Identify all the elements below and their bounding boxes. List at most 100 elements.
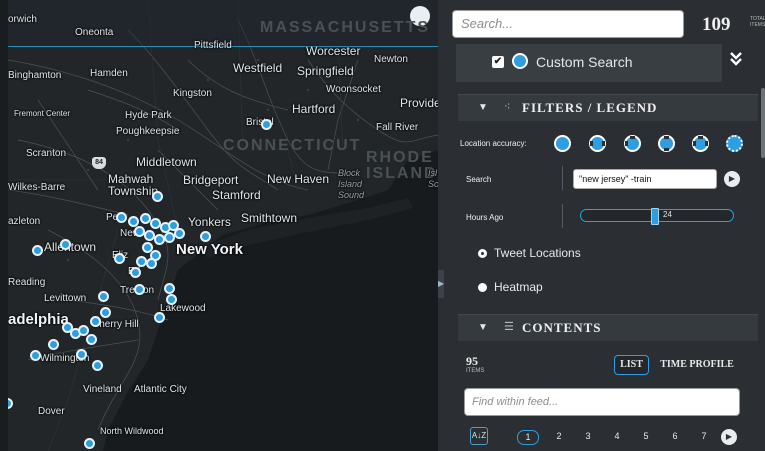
water-label: Isl Sou (428, 168, 438, 189)
place-label: North Wildwood (100, 426, 164, 436)
tweet-locations-radio[interactable] (478, 249, 487, 258)
tweet-pin[interactable] (76, 349, 87, 360)
place-label: Lakewood (160, 303, 206, 314)
contents-title: CONTENTS (522, 320, 602, 335)
tweet-pin[interactable] (30, 350, 41, 361)
item-count-label: ITEMS (466, 368, 485, 374)
feed-search-input[interactable]: Find within feed... (464, 388, 740, 416)
state-label: RHODE ISLAND (366, 149, 438, 182)
next-page-icon[interactable]: ▶ (721, 429, 737, 445)
heatmap-label: Heatmap (494, 280, 543, 294)
location-accuracy-label: Location accuracy: (460, 139, 527, 148)
tweet-pin[interactable] (134, 284, 145, 295)
heatmap-radio[interactable] (478, 283, 487, 292)
page-7[interactable]: 7 (696, 430, 712, 443)
search-go-icon[interactable]: ▶ (724, 171, 740, 187)
tweet-pin[interactable] (116, 212, 127, 223)
accuracy-state-icon[interactable] (658, 135, 675, 152)
place-label: Scranton (26, 148, 67, 159)
place-label: Springfield (297, 64, 354, 78)
filters-section-header[interactable]: ▼ ⁖ FILTERS / LEGEND (458, 94, 758, 121)
accuracy-exact-icon[interactable] (554, 135, 571, 152)
tweet-pin[interactable] (114, 253, 125, 264)
place-label: Oneonta (75, 27, 114, 38)
place-label: Atlantic City (134, 384, 187, 395)
place-label: Hamden (90, 68, 128, 79)
contents-section-header[interactable]: ▼ ☰ CONTENTS (458, 314, 758, 341)
filters-title: FILTERS / LEGEND (522, 100, 658, 115)
slider-handle[interactable] (651, 208, 659, 225)
tweet-pin[interactable] (60, 239, 71, 250)
water-label: Block Island Sound (338, 168, 365, 200)
hours-ago-value: 24 (663, 210, 672, 219)
place-label: Newton (374, 54, 408, 65)
accuracy-city-icon[interactable] (589, 135, 606, 152)
highway-shield-icon: 84 (92, 157, 106, 169)
divider (562, 204, 563, 228)
tweet-pin[interactable] (98, 291, 109, 302)
tweet-pin[interactable] (261, 119, 272, 130)
panel-scrollbar-thumb[interactable] (761, 88, 765, 158)
place-label: New Haven (267, 172, 330, 186)
page-6[interactable]: 6 (667, 430, 683, 443)
page-2[interactable]: 2 (551, 430, 567, 443)
filter-icon: ⁖ (504, 101, 511, 113)
tweet-pin[interactable] (100, 307, 111, 318)
page-5[interactable]: 5 (638, 430, 654, 443)
place-label: azleton (8, 216, 41, 227)
tweet-pin[interactable] (84, 438, 95, 449)
double-chevron-down-icon[interactable] (730, 52, 742, 69)
hours-ago-slider[interactable]: 24 (580, 208, 734, 225)
tweet-pin[interactable] (174, 228, 185, 239)
tweet-pin[interactable] (130, 267, 141, 278)
keyword-search-field[interactable]: "new jersey" -train (573, 169, 717, 189)
place-label: Dover (38, 406, 65, 417)
place-label: Poughkeepsie (116, 126, 180, 137)
place-label: Fall River (376, 122, 419, 133)
tweet-pin[interactable] (152, 191, 163, 202)
place-label: Bridgeport (183, 173, 239, 187)
place-label: Worcester (306, 44, 361, 58)
tweet-pin[interactable] (154, 312, 165, 323)
accuracy-region-icon[interactable] (624, 135, 641, 152)
place-label: Stamford (212, 188, 261, 202)
search-filter-label: Search (466, 175, 492, 184)
tab-time-profile[interactable]: TIME PROFILE (655, 355, 739, 375)
place-label: Pittsfield (194, 40, 232, 51)
page-1[interactable]: 1 (517, 430, 539, 445)
tweet-pin[interactable] (86, 334, 97, 345)
tweet-pin[interactable] (166, 294, 177, 305)
search-input[interactable]: Search... (452, 10, 684, 38)
place-label: Mahwah Township (108, 172, 159, 198)
accuracy-country-icon[interactable] (692, 135, 709, 152)
accuracy-unknown-icon[interactable] (726, 135, 743, 152)
map-view[interactable]: MASSACHUSETTS CONNECTICUT RHODE ISLAND o… (8, 0, 438, 451)
sort-icon[interactable]: A↓Z (470, 427, 488, 445)
collapse-arrow-icon: ▼ (478, 102, 488, 113)
side-panel: Search... 109 TOTAL ITEMS ✔ Custom Searc… (444, 0, 765, 451)
state-label: CONNECTICUT (223, 137, 362, 154)
custom-search-row[interactable]: ✔ Custom Search (456, 44, 722, 82)
layer-color-icon (512, 53, 528, 69)
place-label: Westfield (233, 61, 283, 75)
tweet-pin[interactable] (164, 283, 175, 294)
tweet-pin[interactable] (32, 245, 43, 256)
place-label: Fremont Center (14, 109, 71, 118)
place-label: Binghamton (8, 70, 62, 81)
tweet-pin[interactable] (92, 360, 103, 371)
page-4[interactable]: 4 (609, 430, 625, 443)
custom-search-checkbox[interactable]: ✔ (492, 56, 504, 68)
place-label: adelphia (8, 311, 69, 328)
place-label: Hartford (292, 102, 336, 116)
page-3[interactable]: 3 (580, 430, 596, 443)
tweet-pin[interactable] (90, 316, 101, 327)
place-label: Provide (400, 96, 438, 110)
place-label: Levittown (44, 293, 87, 304)
place-label: orwich (8, 14, 37, 25)
total-label: TOTAL ITEMS (750, 16, 765, 28)
tweet-pin[interactable] (146, 258, 157, 269)
tab-list[interactable]: LIST (614, 355, 649, 375)
tweet-pin[interactable] (200, 231, 211, 242)
custom-search-label: Custom Search (536, 54, 633, 70)
tweet-pin[interactable] (48, 339, 59, 350)
